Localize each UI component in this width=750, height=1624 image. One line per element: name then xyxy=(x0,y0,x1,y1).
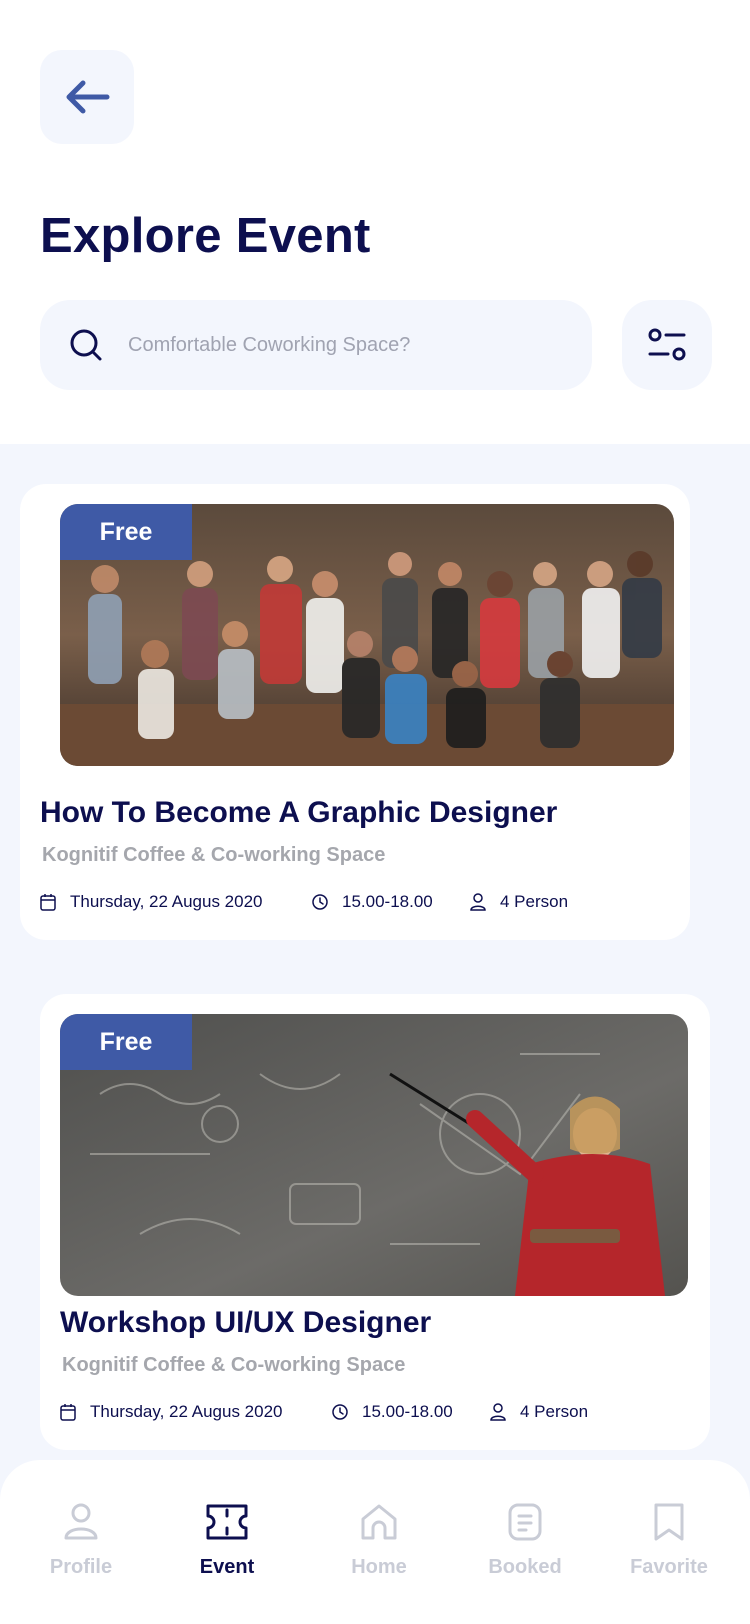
event-card[interactable]: Free Workshop UI/UX Designer Kognitif Co… xyxy=(40,994,710,1450)
clock-icon xyxy=(312,894,328,910)
booked-icon xyxy=(508,1503,542,1541)
nav-label: Home xyxy=(351,1556,407,1578)
page-title: Explore Event xyxy=(40,209,371,263)
filter-button[interactable] xyxy=(622,300,712,390)
nav-item-booked[interactable]: Booked xyxy=(450,1460,600,1624)
event-capacity: 4 Person xyxy=(490,1402,588,1422)
bottom-nav: Profile Event Home Booked Favorite xyxy=(0,1460,750,1624)
search-input[interactable] xyxy=(128,300,568,390)
nav-label: Event xyxy=(199,1556,255,1578)
event-capacity: 4 Person xyxy=(470,892,568,912)
back-button[interactable] xyxy=(40,50,134,144)
calendar-icon xyxy=(60,1404,76,1421)
search-icon xyxy=(70,329,102,361)
event-venue: Kognitif Coffee & Co-working Space xyxy=(62,1354,406,1376)
nav-item-profile[interactable]: Profile xyxy=(6,1460,156,1624)
home-icon xyxy=(361,1504,397,1540)
event-date: Thursday, 22 Augus 2020 xyxy=(60,1402,283,1422)
event-date: Thursday, 22 Augus 2020 xyxy=(40,892,263,912)
event-card[interactable]: Free How To Become A Graphic Designer Ko… xyxy=(20,484,690,940)
bookmark-icon xyxy=(654,1503,684,1541)
event-title: How To Become A Graphic Designer xyxy=(40,796,558,829)
event-title: Workshop UI/UX Designer xyxy=(60,1306,432,1339)
calendar-icon xyxy=(40,894,56,911)
clock-icon xyxy=(332,1404,348,1420)
price-badge: Free xyxy=(60,504,192,560)
ticket-icon xyxy=(206,1504,248,1540)
nav-item-home[interactable]: Home xyxy=(304,1460,454,1624)
nav-label: Profile xyxy=(49,1556,113,1578)
event-time-text: 15.00-18.00 xyxy=(362,1402,453,1421)
event-photo: Free xyxy=(60,1014,688,1296)
event-capacity-text: 4 Person xyxy=(500,892,569,911)
profile-icon xyxy=(64,1503,98,1540)
nav-label: Booked xyxy=(488,1556,562,1578)
event-date-text: Thursday, 22 Augus 2020 xyxy=(70,892,263,911)
nav-item-favorite[interactable]: Favorite xyxy=(594,1460,744,1624)
nav-label: Favorite xyxy=(630,1556,708,1578)
filter-icon xyxy=(648,328,686,361)
search-bar[interactable] xyxy=(40,300,592,390)
event-date-text: Thursday, 22 Augus 2020 xyxy=(90,1402,283,1421)
nav-item-event[interactable]: Event xyxy=(152,1460,302,1624)
event-capacity-text: 4 Person xyxy=(520,1402,589,1421)
person-icon xyxy=(490,1403,506,1421)
event-time-text: 15.00-18.00 xyxy=(342,892,433,911)
arrow-left-icon xyxy=(66,80,110,114)
event-venue: Kognitif Coffee & Co-working Space xyxy=(42,844,386,866)
event-time: 15.00-18.00 xyxy=(332,1402,453,1422)
person-icon xyxy=(470,893,486,911)
price-badge: Free xyxy=(60,1014,192,1070)
event-photo: Free xyxy=(60,504,674,766)
event-time: 15.00-18.00 xyxy=(312,892,433,912)
